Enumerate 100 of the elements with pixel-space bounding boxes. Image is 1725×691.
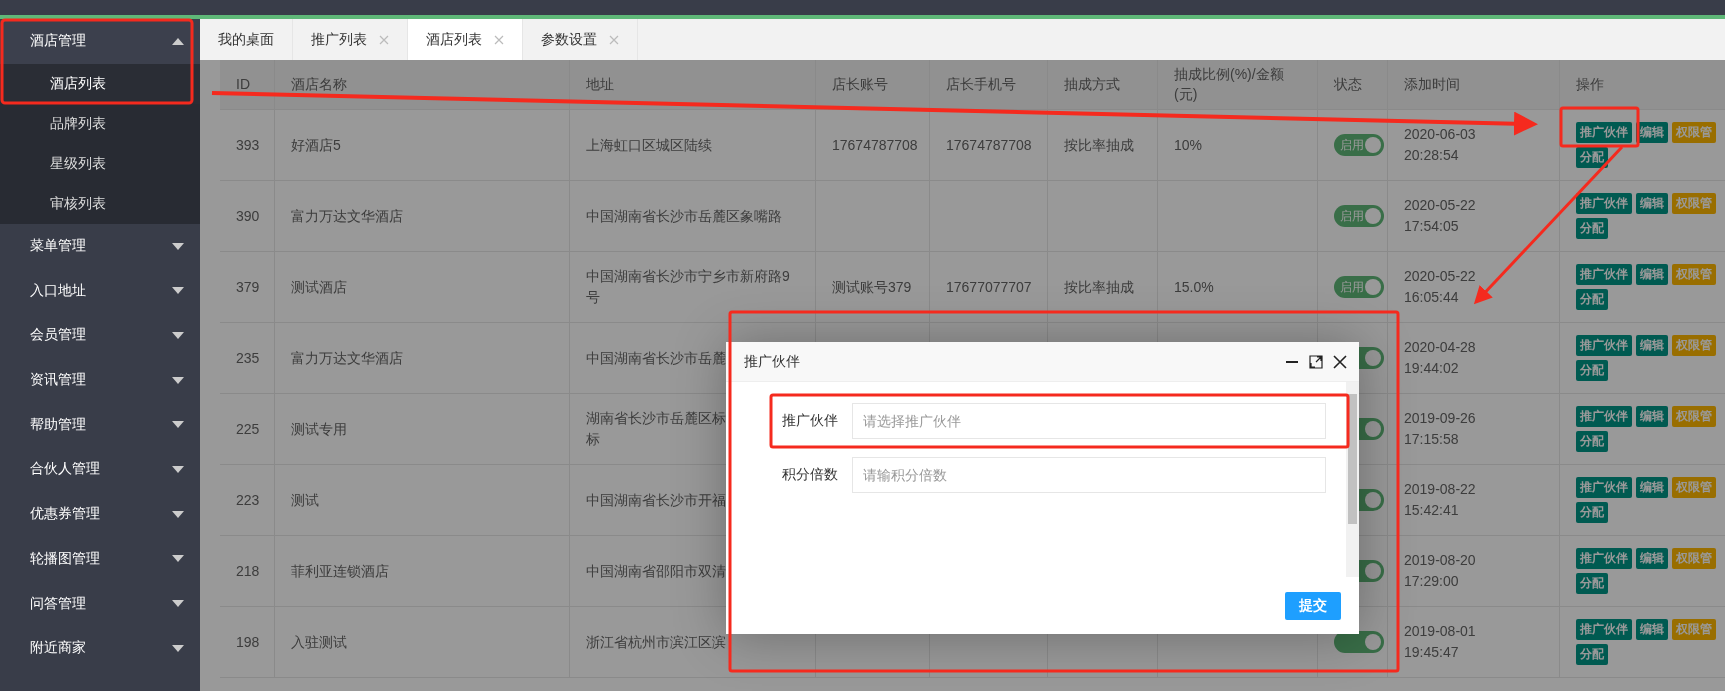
sidebar-item[interactable]: 酒店管理 — [0, 19, 200, 64]
tab[interactable]: 酒店列表 — [408, 19, 523, 60]
sidebar-subitem[interactable]: 星级列表 — [0, 143, 200, 184]
cell-text: 2020-05-22 — [1404, 267, 1476, 286]
action-button[interactable]: 编辑 — [1636, 477, 1668, 498]
action-button[interactable]: 权限管 — [1672, 406, 1716, 427]
caret-down-icon — [172, 242, 184, 250]
cell-text: 富力万达文华酒店 — [291, 206, 403, 226]
tab-label: 酒店列表 — [426, 30, 482, 49]
sidebar-item[interactable]: 资讯管理 — [0, 357, 200, 403]
dialog-title: 推广伙伴 — [744, 352, 800, 371]
cell-text: 中国湖南省长沙市宁乡市新府路9号 — [586, 267, 791, 307]
action-button[interactable]: 编辑 — [1636, 193, 1668, 214]
sidebar-item[interactable]: 问答管理 — [0, 581, 200, 626]
cell-text: 中国湖南省长沙市开福 — [586, 490, 726, 510]
sidebar-subitem[interactable]: 品牌列表 — [0, 103, 200, 144]
sidebar-item[interactable]: 附近商家 — [0, 625, 200, 671]
status-switch[interactable] — [1334, 631, 1384, 653]
action-button[interactable]: 推广伙伴 — [1576, 335, 1632, 356]
action-button[interactable]: 推广伙伴 — [1576, 406, 1632, 427]
status-switch[interactable]: 启用 — [1334, 134, 1384, 156]
cell-text: 2019-08-22 — [1404, 480, 1476, 499]
action-button[interactable]: 权限管 — [1672, 193, 1716, 214]
sidebar-subitem[interactable]: 酒店列表 — [0, 63, 200, 104]
cell-text: 测试专用 — [291, 419, 347, 439]
column-header: 抽成比例(%)/金额(元) — [1158, 60, 1318, 110]
cell-text: 按比率抽成 — [1064, 277, 1134, 297]
action-button[interactable]: 编辑 — [1636, 122, 1668, 143]
action-button[interactable]: 分配 — [1576, 289, 1608, 310]
cell-text: 17677077707 — [946, 277, 1032, 297]
action-button[interactable]: 权限管 — [1672, 122, 1716, 143]
sidebar-item[interactable]: 入口地址 — [0, 268, 200, 314]
sidebar-item[interactable]: 帮助管理 — [0, 402, 200, 448]
column-header: 店长手机号 — [930, 60, 1048, 110]
column-header: 操作 — [1560, 60, 1725, 110]
sidebar-item[interactable]: 合伙人管理 — [0, 447, 200, 492]
tab-label: 推广列表 — [311, 30, 367, 49]
action-button[interactable]: 编辑 — [1636, 619, 1668, 640]
cell-text: 16:05:44 — [1404, 288, 1459, 307]
maximize-icon[interactable] — [1309, 354, 1323, 369]
cell-text: 15.0% — [1174, 277, 1214, 297]
cell-text: 19:45:47 — [1404, 643, 1459, 662]
close-icon[interactable] — [1333, 354, 1347, 369]
caret-down-icon — [172, 287, 184, 295]
caret-down-icon — [172, 421, 184, 429]
action-button[interactable]: 分配 — [1576, 573, 1608, 594]
action-button[interactable]: 分配 — [1576, 644, 1608, 665]
sidebar-item[interactable]: 会员管理 — [0, 313, 200, 358]
action-button[interactable]: 推广伙伴 — [1576, 548, 1632, 569]
field-label: 积分倍数 — [781, 466, 839, 484]
cell-text: 390 — [236, 206, 260, 226]
cell-text: 19:44:02 — [1404, 359, 1459, 378]
cell-text: 中国湖南省长沙市岳麓 — [586, 348, 726, 368]
action-button[interactable]: 编辑 — [1636, 406, 1668, 427]
tab-label: 我的桌面 — [218, 30, 274, 49]
cell-text: 17:29:00 — [1404, 572, 1459, 591]
cell-text: 17:54:05 — [1404, 217, 1459, 236]
cell-text: 235 — [236, 348, 260, 368]
action-button[interactable]: 权限管 — [1672, 619, 1716, 640]
status-switch[interactable]: 启用 — [1334, 205, 1384, 227]
caret-down-icon — [172, 510, 184, 518]
sidebar-item[interactable]: 轮播图管理 — [0, 536, 200, 582]
cell-text: 2020-04-28 — [1404, 338, 1476, 357]
caret-down-icon — [172, 331, 184, 339]
input-field[interactable]: 请选择推广伙伴 — [852, 403, 1326, 439]
action-button[interactable]: 分配 — [1576, 218, 1608, 239]
cell-text: 测试账号379 — [832, 277, 912, 297]
cell-text: 标 — [586, 430, 600, 449]
status-switch[interactable]: 启用 — [1334, 276, 1384, 298]
action-button[interactable]: 编辑 — [1636, 335, 1668, 356]
sidebar-item[interactable]: 菜单管理 — [0, 223, 200, 269]
action-button[interactable]: 推广伙伴 — [1576, 193, 1632, 214]
action-button[interactable]: 权限管 — [1672, 477, 1716, 498]
sidebar-subitem[interactable]: 审核列表 — [0, 183, 200, 224]
action-button[interactable]: 权限管 — [1672, 264, 1716, 285]
action-button[interactable]: 分配 — [1576, 431, 1608, 452]
cell-text: 富力万达文华酒店 — [291, 348, 403, 368]
cell-text: 入驻测试 — [291, 632, 347, 652]
sidebar-item[interactable]: 优惠券管理 — [0, 491, 200, 537]
cell-text: 379 — [236, 277, 260, 297]
action-button[interactable]: 分配 — [1576, 502, 1608, 523]
action-button[interactable]: 编辑 — [1636, 548, 1668, 569]
input-field[interactable]: 请输积分倍数 — [852, 457, 1326, 493]
action-button[interactable]: 推广伙伴 — [1576, 477, 1632, 498]
column-header: ID — [220, 60, 275, 110]
action-button[interactable]: 权限管 — [1672, 335, 1716, 356]
action-button[interactable]: 权限管 — [1672, 548, 1716, 569]
cell-text: 17674787708 — [832, 135, 918, 155]
cell-text: 测试 — [291, 490, 319, 510]
cell-text: 2020-06-03 — [1404, 125, 1476, 144]
submit-button[interactable]: 提交 — [1285, 591, 1341, 620]
caret-down-icon — [172, 600, 184, 608]
action-button[interactable]: 推广伙伴 — [1576, 122, 1632, 143]
action-button[interactable]: 推广伙伴 — [1576, 264, 1632, 285]
action-button[interactable]: 推广伙伴 — [1576, 619, 1632, 640]
action-button[interactable]: 分配 — [1576, 360, 1608, 381]
cell-text: 中国湖南省长沙市岳麓区象嘴路 — [586, 206, 782, 226]
cell-text: 浙江省杭州市滨江区滨 — [586, 632, 726, 652]
cell-text: 2019-08-20 — [1404, 551, 1476, 570]
action-button[interactable]: 编辑 — [1636, 264, 1668, 285]
